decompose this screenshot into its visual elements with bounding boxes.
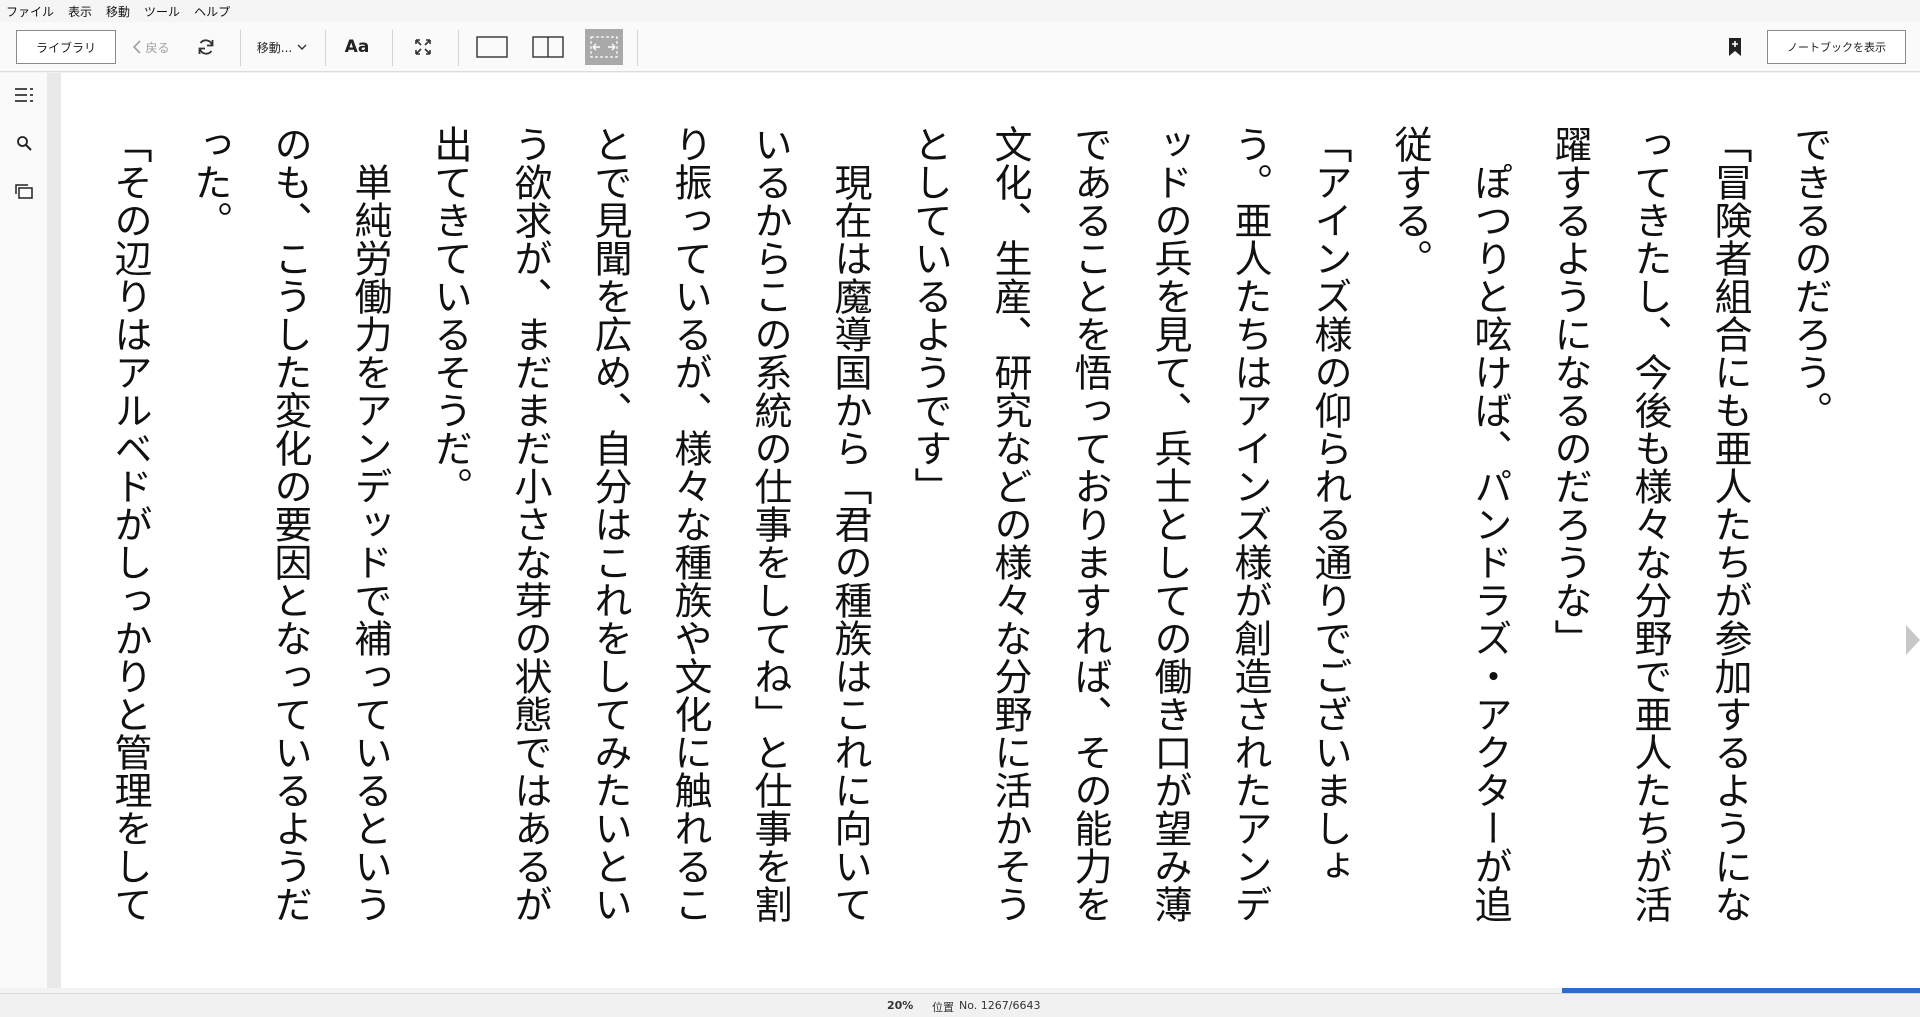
library-button[interactable]: ライブラリ <box>16 30 116 64</box>
chevron-left-icon <box>133 40 142 54</box>
paragraph: 単純労働力をアンデッドで補っているというのも、こうした変化の要因となっているよう… <box>188 125 392 923</box>
two-page-icon <box>532 36 564 58</box>
paragraph: できるのだろう。 <box>1788 125 1832 429</box>
paragraph: 「アインズ様の仰られる通りでございましょう。亜人たちはアインズ様が創造されたアン… <box>908 125 1352 923</box>
font-settings-button[interactable]: Aa <box>340 32 374 62</box>
bookmark-add-icon <box>1729 38 1741 56</box>
sync-icon <box>198 39 214 55</box>
sidebar <box>0 73 47 988</box>
menu-go[interactable]: 移動 <box>106 3 130 20</box>
chevron-down-icon <box>297 44 307 50</box>
paragraph: 現在は魔導国から「君の種族はこれに向いているからこの系統の仕事をしてね」と仕事を… <box>428 125 872 923</box>
book-text: できるのだろう。 「冒険者組合にも亜人たちが参加するようになってきたし、今後も様々… <box>90 125 1850 945</box>
location-label: 位置 <box>932 1001 954 1014</box>
show-notebook-button[interactable]: ノートブックを表示 <box>1767 30 1906 64</box>
show-notebook-label: ノートブックを表示 <box>1787 41 1886 54</box>
toolbar: ライブラリ 戻る 移動... Aa ノートブックを表示 <box>0 22 1920 72</box>
search-icon <box>17 136 32 151</box>
goto-dropdown-label: 移動... <box>256 40 293 55</box>
toolbar-separator <box>458 30 459 66</box>
paragraph: 「冒険者組合にも亜人たちが参加するようになってきたし、今後も様々な分野で亜人たち… <box>1548 125 1752 923</box>
sync-button[interactable] <box>193 34 219 60</box>
menu-view[interactable]: 表示 <box>68 3 92 20</box>
library-button-label: ライブラリ <box>35 40 96 55</box>
fit-width-icon <box>590 36 618 58</box>
table-of-contents-button[interactable] <box>12 83 36 107</box>
paragraph: ぽつりと呟けば、パンドラズ・アクターが追従する。 <box>1388 125 1512 923</box>
fullscreen-button[interactable] <box>410 34 436 60</box>
toolbar-separator <box>240 30 241 66</box>
single-page-icon <box>476 36 508 58</box>
flashcards-button[interactable] <box>12 179 36 203</box>
bookmark-button[interactable] <box>1722 32 1748 62</box>
fullscreen-icon <box>415 39 431 55</box>
toolbar-separator <box>392 30 393 66</box>
back-button[interactable]: 戻る <box>128 30 174 64</box>
single-page-view-button[interactable] <box>473 34 511 60</box>
back-button-label: 戻る <box>145 40 170 55</box>
menu-bar: ファイル 表示 移動 ツール ヘルプ <box>0 0 1920 22</box>
status-bar: 20% 位置 No. 1267/6643 <box>0 993 1920 1017</box>
toolbar-separator <box>637 30 638 66</box>
font-settings-icon: Aa <box>344 37 370 57</box>
menu-help[interactable]: ヘルプ <box>194 3 230 20</box>
toolbar-separator <box>325 30 326 66</box>
menu-tools[interactable]: ツール <box>144 3 180 20</box>
goto-dropdown[interactable]: 移動... <box>250 30 314 64</box>
search-button[interactable] <box>12 131 36 155</box>
two-page-view-button[interactable] <box>529 34 567 60</box>
location-number: No. 1267/6643 <box>959 999 1041 1012</box>
paragraph: 「その辺りはアルベドがしっかりと管理をして <box>108 125 152 923</box>
reading-page[interactable]: できるのだろう。 「冒険者組合にも亜人たちが参加するようになってきたし、今後も様々… <box>61 73 1920 988</box>
table-of-contents-icon <box>15 88 33 102</box>
fit-width-view-button[interactable] <box>585 29 623 65</box>
flashcards-icon <box>15 184 33 199</box>
page-gutter <box>47 73 61 988</box>
reading-percent: 20% <box>887 999 914 1012</box>
menu-file[interactable]: ファイル <box>6 3 54 20</box>
next-page-arrow-icon[interactable] <box>1906 625 1920 655</box>
